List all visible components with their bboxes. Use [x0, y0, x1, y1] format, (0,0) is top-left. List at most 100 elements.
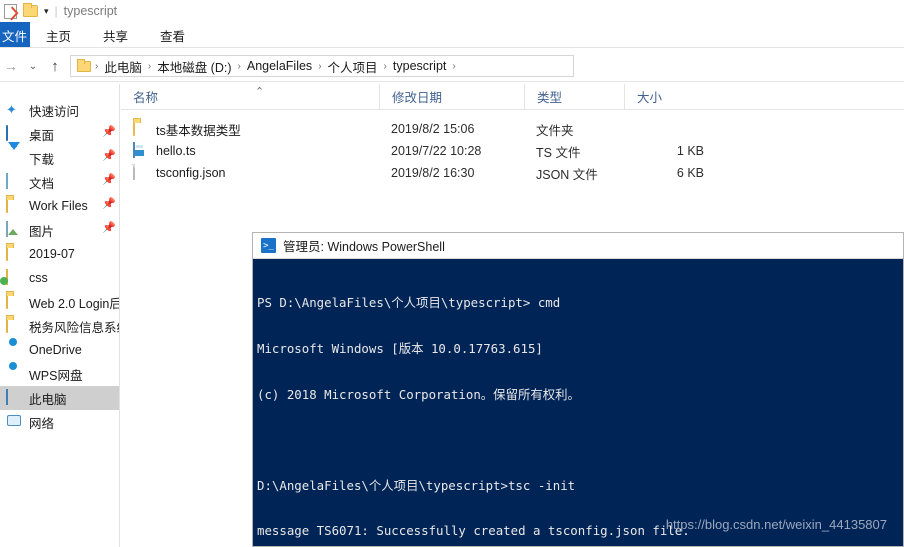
ribbon-divider: [0, 47, 904, 48]
breadcrumb-typescript[interactable]: typescript: [388, 59, 452, 73]
sidebar-item-documents[interactable]: 文档 📌: [0, 170, 119, 194]
tab-view[interactable]: 查看: [144, 22, 201, 48]
console-line: D:\AngelaFiles\个人项目\typescript>tsc -init: [257, 477, 576, 493]
pictures-icon: [6, 221, 24, 238]
file-name-cell: hello.ts: [121, 142, 379, 159]
column-header-date[interactable]: 修改日期: [379, 84, 524, 110]
column-headers: 名称 修改日期 类型 大小 ⌃: [121, 84, 904, 110]
breadcrumb-angelafiles[interactable]: AngelaFiles: [242, 59, 317, 73]
breadcrumb-local-disk-d[interactable]: 本地磁盘 (D:): [152, 57, 236, 76]
table-row[interactable]: ts基本数据类型 2019/8/2 15:06 文件夹: [121, 118, 904, 140]
recent-locations-chevron-icon[interactable]: ⌄: [22, 55, 44, 77]
sidebar-item-label: 此电脑: [29, 392, 67, 407]
powershell-icon: >_: [261, 238, 276, 253]
sidebar-item-label: 文档: [29, 176, 55, 191]
tab-home[interactable]: 主页: [30, 22, 87, 48]
breadcrumb-this-pc[interactable]: 此电脑: [99, 57, 147, 76]
sidebar-item-2019-07[interactable]: 2019-07: [0, 242, 119, 266]
breadcrumb-personal-projects[interactable]: 个人项目: [323, 57, 383, 76]
pin-icon[interactable]: 📌: [102, 199, 116, 211]
pin-icon[interactable]: 📌: [102, 223, 116, 235]
folder-icon: [6, 245, 24, 262]
powershell-console-output[interactable]: PS D:\AngelaFiles\个人项目\typescript> cmd M…: [253, 259, 903, 546]
title-bar: ▾ | typescript: [0, 0, 904, 22]
tab-file[interactable]: 文件: [0, 22, 30, 48]
file-date-cell: 2019/7/22 10:28: [391, 144, 482, 158]
desktop-icon: [6, 125, 24, 142]
sidebar-item-tax-risk-ui[interactable]: 税务风险信息系统UI: [0, 314, 119, 338]
file-size-cell: 6 KB: [676, 166, 704, 180]
console-line: Microsoft Windows [版本 10.0.17763.615]: [257, 341, 543, 356]
console-line: PS D:\AngelaFiles\个人项目\typescript> cmd: [257, 295, 561, 311]
column-header-label: 类型: [537, 91, 563, 105]
sidebar-item-label: 网络: [29, 416, 55, 431]
table-row[interactable]: hello.ts 2019/7/22 10:28 TS 文件 1 KB: [121, 140, 904, 162]
file-name-cell: tsconfig.json: [121, 164, 379, 181]
sidebar-item-wps-cloud[interactable]: WPS网盘: [0, 362, 119, 386]
folder-icon: [6, 293, 24, 310]
file-type-cell: 文件夹: [536, 123, 574, 138]
sort-ascending-icon: ⌃: [255, 86, 265, 98]
file-date-cell: 2019/8/2 15:06: [391, 122, 475, 136]
ribbon-tabs: 文件 主页 共享 查看: [0, 22, 904, 48]
navbar-divider: [0, 81, 904, 82]
sidebar-item-css[interactable]: css: [0, 266, 119, 290]
sidebar-item-label: WPS网盘: [29, 368, 83, 383]
folder-sync-icon: [6, 269, 24, 286]
folder-icon: [6, 317, 24, 334]
sidebar-group-label: 快速访问: [29, 104, 80, 119]
powershell-title-label: 管理员: Windows PowerShell: [283, 240, 445, 254]
downloads-icon: [6, 142, 24, 166]
sidebar-item-network[interactable]: 网络: [0, 410, 119, 434]
column-header-type[interactable]: 类型: [524, 84, 624, 110]
navigation-pane[interactable]: ✦ 快速访问 桌面 📌 下载 📌 文档 📌 Work Files 📌 图片 📌: [0, 84, 120, 547]
documents-icon: [6, 173, 24, 190]
pin-icon[interactable]: 📌: [102, 175, 116, 187]
sidebar-item-this-pc[interactable]: 此电脑: [0, 386, 119, 410]
column-header-label: 修改日期: [392, 91, 443, 105]
sidebar-item-work-files[interactable]: Work Files 📌: [0, 194, 119, 218]
pin-icon[interactable]: 📌: [102, 151, 116, 163]
address-bar[interactable]: › 此电脑 › 本地磁盘 (D:) › AngelaFiles › 个人项目 ›…: [70, 55, 574, 77]
forward-arrow-icon[interactable]: →: [0, 55, 22, 77]
watermark-url: https://blog.csdn.net/weixin_44135807: [665, 517, 887, 532]
column-header-label: 名称: [133, 91, 159, 105]
sidebar-item-web20-login[interactable]: Web 2.0 Login后台: [0, 290, 119, 314]
cloud-icon: [6, 366, 24, 382]
table-row[interactable]: tsconfig.json 2019/8/2 16:30 JSON 文件 6 K…: [121, 162, 904, 184]
sidebar-item-label: css: [29, 271, 48, 285]
breadcrumb-separator: ›: [452, 60, 456, 72]
sidebar-item-pictures[interactable]: 图片 📌: [0, 218, 119, 242]
sidebar-group-quick-access[interactable]: ✦ 快速访问: [0, 98, 119, 122]
tab-share[interactable]: 共享: [87, 22, 144, 48]
title-separator: |: [54, 4, 58, 18]
sidebar-item-downloads[interactable]: 下载 📌: [0, 142, 119, 170]
ts-file-icon: [133, 142, 150, 159]
sidebar-item-label: 下载: [29, 152, 55, 167]
file-name-label: hello.ts: [156, 144, 196, 158]
sidebar-item-label: Work Files: [29, 199, 88, 213]
column-header-size[interactable]: 大小: [624, 84, 704, 110]
powershell-window[interactable]: >_ 管理员: Windows PowerShell PS D:\AngelaF…: [252, 232, 904, 547]
powershell-title-bar[interactable]: >_ 管理员: Windows PowerShell: [253, 233, 903, 259]
folder-icon: [133, 120, 150, 137]
cloud-icon: [6, 342, 24, 358]
chevron-down-icon[interactable]: ▾: [44, 6, 49, 16]
up-arrow-icon[interactable]: ↑: [44, 55, 66, 77]
star-icon: ✦: [6, 102, 17, 117]
new-folder-icon[interactable]: [23, 3, 38, 17]
quick-access-toolbar: ▾: [0, 3, 49, 19]
sidebar-item-label: 桌面: [29, 128, 55, 143]
column-header-label: 大小: [637, 91, 663, 105]
this-pc-icon: [6, 389, 24, 406]
network-icon: [6, 414, 24, 430]
sidebar-item-onedrive[interactable]: OneDrive: [0, 338, 119, 362]
column-header-name[interactable]: 名称: [121, 84, 379, 110]
pin-icon[interactable]: 📌: [102, 127, 116, 139]
navigation-bar: → ⌄ ↑ › 此电脑 › 本地磁盘 (D:) › AngelaFiles › …: [0, 52, 904, 80]
sidebar-item-label: 税务风险信息系统UI: [29, 320, 119, 335]
sidebar-item-label: 2019-07: [29, 247, 75, 261]
properties-icon[interactable]: [4, 3, 17, 19]
file-name-label: tsconfig.json: [156, 166, 226, 180]
